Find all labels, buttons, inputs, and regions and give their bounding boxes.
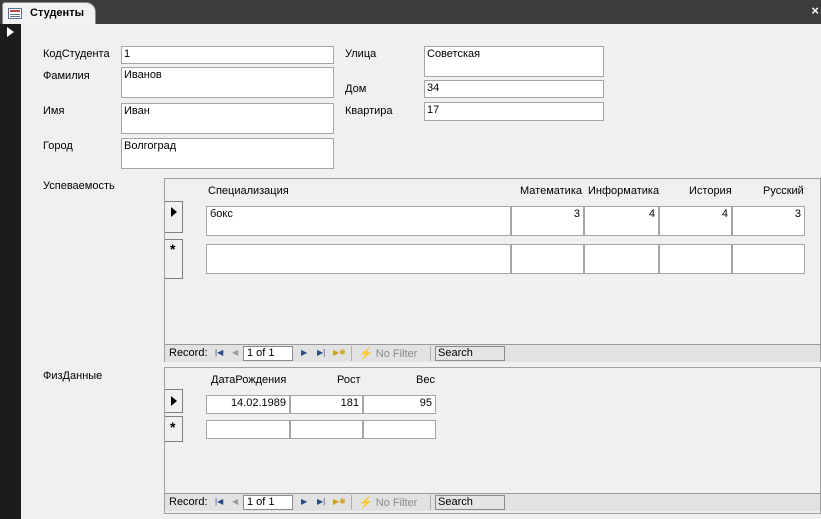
search-input[interactable]: Search [435,346,505,361]
no-filter-label: No Filter [375,348,418,360]
uspevaemost-record-navigator: Record: |◀ ◀ 1 of 1 ▶ ▶| ▶✱ ⚡ No Filter … [165,344,820,362]
cell-rost[interactable]: 181 [290,395,363,414]
document-tab-bar: Студенты × [0,0,821,24]
kvartira-label: Квартира [345,105,393,117]
record-label: Record: [169,347,208,359]
new-row-marker: * [170,241,176,257]
fizdannye-record-navigator: Record: |◀ ◀ 1 of 1 ▶ ▶| ▶✱ ⚡ No Filter … [165,493,820,511]
new-cell-rost[interactable] [290,420,363,439]
fizdannye-label: ФизДанные [43,370,103,382]
form-icon [8,8,22,19]
imya-label: Имя [43,105,65,117]
col-header-data-rozhdeniya: ДатаРождения [211,374,287,386]
record-selector-icon [7,27,14,37]
ulica-field[interactable]: Советская [424,46,604,77]
no-filter-button[interactable]: ⚡ No Filter [359,347,417,360]
no-filter-button[interactable]: ⚡ No Filter [359,496,417,509]
form-record-selector[interactable] [0,24,21,519]
first-record-icon[interactable]: |◀ [215,497,223,506]
col-header-istoriya: История [689,185,732,197]
cell-matematika[interactable]: 3 [511,206,584,236]
row-selector-new[interactable]: * [165,239,183,279]
dom-field[interactable]: 34 [424,80,604,98]
cell-russkiy[interactable]: 3 [732,206,805,236]
col-header-russkiy: Русский [763,185,804,197]
familiya-field[interactable]: Иванов [121,67,334,98]
cell-specializaciya[interactable]: бокс [206,206,511,236]
filter-icon: ⚡ [359,497,376,509]
nav-separator [430,346,431,361]
search-input[interactable]: Search [435,495,505,510]
kvartira-field[interactable]: 17 [424,102,604,121]
cell-istoriya[interactable]: 4 [659,206,732,236]
filter-icon: ⚡ [359,348,376,360]
nav-separator [430,495,431,510]
dom-label: Дом [345,83,367,95]
ulica-label: Улица [345,48,377,60]
prev-record-icon[interactable]: ◀ [232,497,238,506]
gorod-label: Город [43,140,73,152]
kod-field[interactable]: 1 [121,46,334,64]
row-selector-new[interactable]: * [165,416,183,442]
last-record-icon[interactable]: ▶| [317,348,325,357]
familiya-label: Фамилия [43,70,90,82]
new-cell-data-rozhdeniya[interactable] [206,420,290,439]
tab-studenty[interactable]: Студенты [2,2,96,24]
new-record-icon[interactable]: ▶✱ [333,497,346,506]
uspevaemost-subform[interactable]: Специализация Математика Информатика Ист… [164,178,821,362]
new-cell-istoriya[interactable] [659,244,732,274]
new-cell-russkiy[interactable] [732,244,805,274]
new-row-marker: * [170,419,176,435]
no-filter-label: No Filter [375,497,418,509]
form-body: КодСтудента 1 Фамилия Иванов Имя Иван Го… [21,24,821,519]
row-selector-current[interactable] [165,201,183,233]
cell-data-rozhdeniya[interactable]: 14.02.1989 [206,395,290,414]
close-icon[interactable]: × [811,3,819,18]
new-cell-informatika[interactable] [584,244,659,274]
fizdannye-subform[interactable]: ДатаРождения Рост Вес 14.02.1989 181 95 … [164,367,821,514]
record-label: Record: [169,496,208,508]
nav-separator [351,346,352,361]
next-record-icon[interactable]: ▶ [301,348,307,357]
kod-label: КодСтудента [43,48,110,60]
col-header-specializaciya: Специализация [208,185,289,197]
cell-ves[interactable]: 95 [363,395,436,414]
imya-field[interactable]: Иван [121,103,334,134]
new-cell-ves[interactable] [363,420,436,439]
current-record-field[interactable]: 1 of 1 [243,346,293,361]
current-record-field[interactable]: 1 of 1 [243,495,293,510]
col-header-rost: Рост [337,374,361,386]
new-cell-matematika[interactable] [511,244,584,274]
new-record-icon[interactable]: ▶✱ [333,348,346,357]
next-record-icon[interactable]: ▶ [301,497,307,506]
new-cell-specializaciya[interactable] [206,244,511,274]
col-header-informatika: Информатика [588,185,660,197]
cell-informatika[interactable]: 4 [584,206,659,236]
prev-record-icon[interactable]: ◀ [232,348,238,357]
col-header-ves: Вес [416,374,435,386]
row-selector-current[interactable] [165,389,183,413]
record-selector-icon [171,396,177,406]
nav-separator [351,495,352,510]
tab-title: Студенты [30,7,84,19]
gorod-field[interactable]: Волгоград [121,138,334,169]
record-selector-icon [171,207,177,217]
uspevaemost-label: Успеваемость [43,180,115,192]
first-record-icon[interactable]: |◀ [215,348,223,357]
last-record-icon[interactable]: ▶| [317,497,325,506]
col-header-matematika: Математика [520,185,582,197]
